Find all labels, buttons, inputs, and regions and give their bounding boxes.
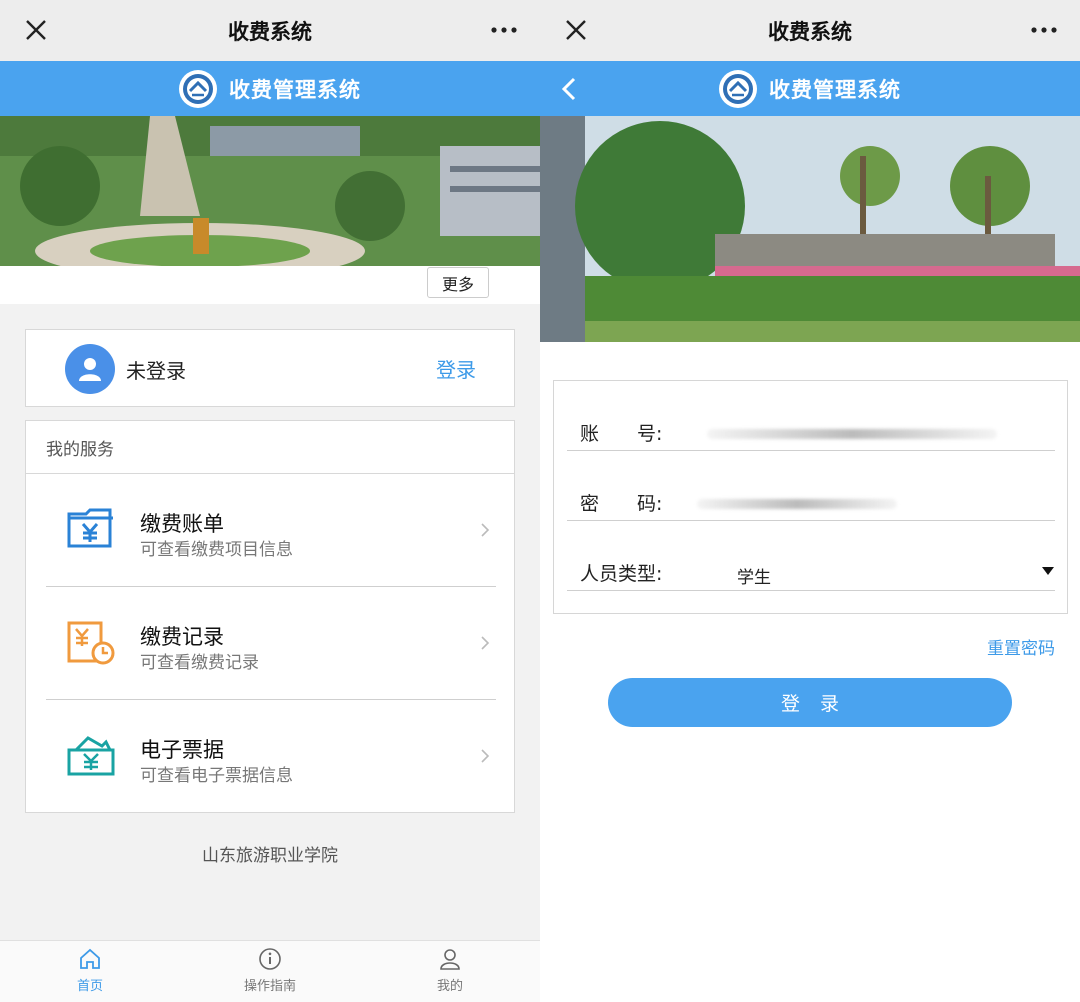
- tab-mine[interactable]: 我的: [390, 947, 510, 994]
- login-form: 账 号: 密 码: 人员类型: 学生: [553, 380, 1068, 614]
- user-type-label: 人员类型:: [580, 563, 663, 585]
- app-header: 收费管理系统: [540, 61, 1080, 116]
- login-status-text: 未登录: [126, 359, 186, 383]
- reset-password-link[interactable]: 重置密码: [987, 634, 1055, 659]
- more-menu-icon[interactable]: [490, 22, 518, 38]
- wechat-title: 收费系统: [228, 19, 312, 44]
- close-icon[interactable]: [22, 16, 50, 44]
- home-screen: 收费系统 收费管理系统 更多 未登录 登录 我的服务 缴费账单 可查看缴费项目信…: [0, 0, 540, 1002]
- chevron-right-icon: [481, 749, 490, 763]
- app-title: 收费管理系统: [769, 77, 901, 102]
- app-title: 收费管理系统: [229, 77, 361, 102]
- campus-banner-image: [0, 116, 540, 266]
- user-avatar-icon: [79, 358, 101, 381]
- tab-home[interactable]: 首页: [30, 947, 150, 994]
- user-type-select[interactable]: 人员类型: 学生: [567, 521, 1055, 591]
- password-label: 密 码:: [580, 493, 663, 515]
- service-title: 电子票据: [140, 738, 224, 762]
- record-icon: [67, 621, 115, 665]
- user-type-value[interactable]: 学生: [737, 563, 771, 588]
- bottom-tab-bar: 首页 操作指南 我的: [0, 940, 540, 1002]
- login-screen: 收费系统 收费管理系统 账 号: 密 码: 人员类型: 学生 重置密码 登录: [540, 0, 1080, 1002]
- campus-stone-banner-image: [540, 116, 1080, 342]
- service-subtitle: 可查看缴费项目信息: [140, 540, 293, 560]
- service-title: 缴费记录: [140, 625, 224, 649]
- avatar: [65, 344, 115, 394]
- more-menu-icon[interactable]: [1030, 22, 1058, 38]
- user-icon: [440, 949, 460, 970]
- service-item-record[interactable]: 缴费记录 可查看缴费记录: [46, 587, 496, 700]
- back-arrow-icon[interactable]: [558, 75, 582, 103]
- school-name-footer: 山东旅游职业学院: [202, 846, 338, 866]
- login-button[interactable]: 登录: [608, 678, 1012, 727]
- dropdown-arrow-icon[interactable]: [1041, 566, 1055, 576]
- service-item-receipt[interactable]: 电子票据 可查看电子票据信息: [46, 700, 496, 813]
- service-subtitle: 可查看缴费记录: [140, 653, 259, 673]
- password-field[interactable]: 密 码:: [567, 451, 1055, 521]
- app-header: 收费管理系统: [0, 61, 540, 116]
- service-title: 缴费账单: [140, 512, 224, 536]
- account-label: 账 号:: [580, 423, 663, 445]
- chevron-right-icon: [481, 523, 490, 537]
- tab-label: 我的: [436, 979, 463, 994]
- service-subtitle: 可查看电子票据信息: [140, 766, 293, 786]
- home-icon: [80, 948, 100, 969]
- services-header: 我的服务: [26, 421, 514, 474]
- bill-icon: [67, 508, 113, 548]
- school-logo: [179, 69, 217, 108]
- tab-label: 首页: [76, 979, 103, 994]
- banner-more-strip: 更多: [0, 266, 540, 304]
- my-services-card: 我的服务 缴费账单 可查看缴费项目信息 缴费记录 可查看缴费记录 电子票据 可查…: [25, 420, 515, 813]
- tab-label: 操作指南: [243, 979, 296, 994]
- wechat-title-bar: 收费系统: [0, 0, 540, 61]
- more-button[interactable]: 更多: [427, 267, 489, 298]
- receipt-icon: [67, 736, 115, 776]
- chevron-right-icon: [481, 636, 490, 650]
- login-status-card: 未登录 登录: [25, 329, 515, 407]
- login-link[interactable]: 登录: [436, 354, 476, 383]
- tab-guide[interactable]: 操作指南: [210, 947, 330, 994]
- wechat-title-bar: 收费系统: [540, 0, 1080, 61]
- account-field[interactable]: 账 号:: [567, 381, 1055, 451]
- password-input-redacted[interactable]: [697, 499, 897, 509]
- wechat-title: 收费系统: [768, 19, 852, 44]
- school-logo: [719, 69, 757, 108]
- service-item-bill[interactable]: 缴费账单 可查看缴费项目信息: [46, 474, 496, 587]
- close-icon[interactable]: [562, 16, 590, 44]
- info-icon: [259, 948, 281, 970]
- account-input-redacted[interactable]: [707, 429, 997, 439]
